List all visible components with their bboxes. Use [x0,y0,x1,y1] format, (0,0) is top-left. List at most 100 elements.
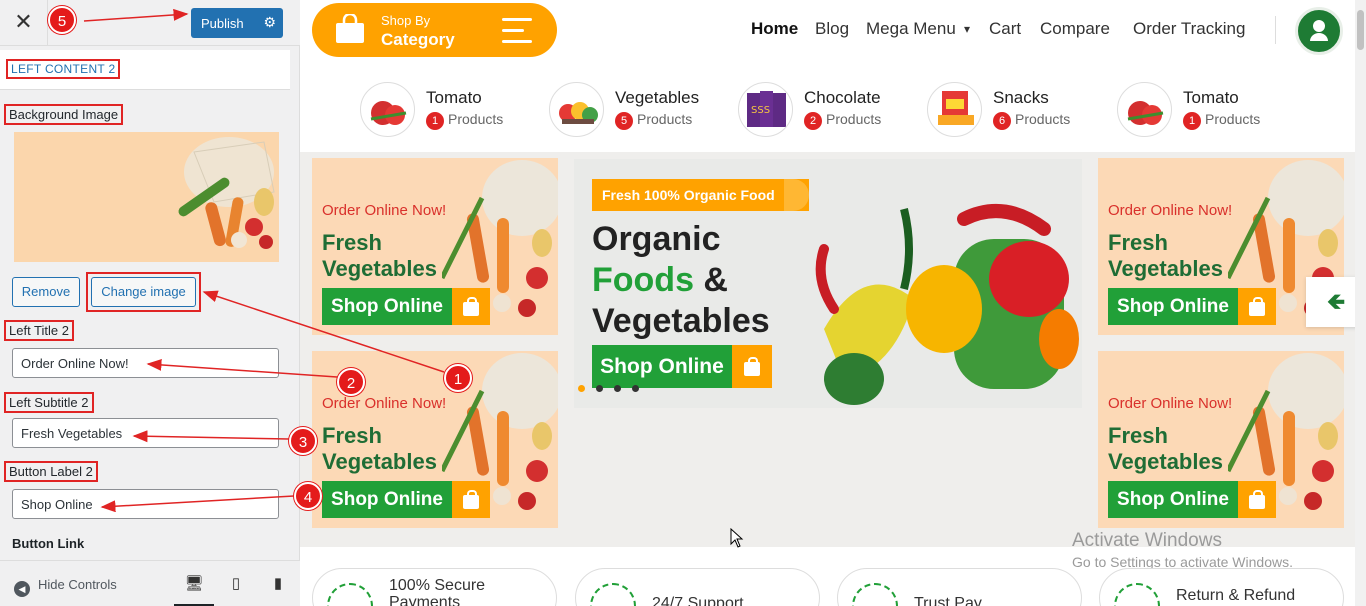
nav-cart[interactable]: Cart [989,19,1021,39]
category-count: 1 Products [1183,111,1260,130]
mouse-cursor-icon [730,528,744,548]
support-icon [590,583,636,606]
banner-subtitle: Fresh Vegetables [322,230,437,281]
tomato-image [360,82,415,137]
change-image-highlight [86,272,201,312]
hamburger-icon[interactable] [502,18,532,51]
hide-controls-label: Hide Controls [38,577,117,592]
customizer-header: ✕ Publish ⚙ [0,0,300,46]
promo-banner[interactable]: Order Online Now! Fresh Vegetables Shop … [1098,351,1344,528]
feature-label: 24/7 Support [652,595,744,606]
nav-divider [1275,16,1276,44]
hide-controls-button[interactable]: ◀ Hide Controls [14,577,117,597]
section-title: LEFT CONTENT 2 [6,59,121,79]
button-label-input[interactable]: Shop Online [12,489,279,519]
nav-compare[interactable]: Compare [1040,19,1110,39]
annotation-badge: 3 [289,427,317,455]
slider-shop-online-button[interactable]: Shop Online [592,345,772,388]
left-subtitle-label: Left Subtitle 2 [4,392,94,413]
category-row: Tomato 1 Products Vegetables 5 Products SS… [300,64,1366,152]
button-link-label: Button Link [12,536,85,551]
category-count: 1 Products [426,111,503,130]
category-name: Tomato [1183,88,1239,107]
shop-by-label: Shop By [381,13,431,28]
annotation-badge: 1 [444,364,472,392]
banner-title: Order Online Now! [322,395,447,412]
category-label: Category [381,30,455,49]
activate-title: Activate Windows [1072,530,1222,551]
shopping-bag-icon [336,14,364,43]
annotation-badge: 4 [294,482,322,510]
site-preview: Shop By Category Home Blog Mega Menu ▾ C… [300,0,1366,606]
shop-online-button[interactable]: Shop Online [322,288,490,325]
category-name: Snacks [993,88,1049,107]
background-image-preview [14,132,279,262]
category-count: 2 Products [804,111,881,130]
nav-mega-menu[interactable]: Mega Menu [866,19,956,39]
slider-dot[interactable] [614,385,621,392]
tablet-preview-icon[interactable]: ▯ [216,567,256,606]
slider-dot[interactable] [596,385,603,392]
hero-slider[interactable]: Fresh 100% Organic Food Organic Foods & … [574,159,1082,408]
banner-title: Order Online Now! [1108,395,1233,412]
nav-home[interactable]: Home [751,19,798,39]
refund-icon [1114,583,1160,606]
banner-subtitle: Fresh Vegetables [1108,423,1223,474]
promo-banner[interactable]: Order Online Now! Fresh Vegetables Shop … [312,158,558,335]
shop-online-button[interactable]: Shop Online [322,481,490,518]
annotation-badge: 2 [337,368,365,396]
customizer-footer: ◀ Hide Controls 🖥 ▯ ▮ [0,560,300,606]
chevron-down-icon: ▾ [964,22,971,36]
feature-item: Return & Refund [1099,568,1344,606]
close-icon[interactable]: ✕ [0,0,48,46]
nav-blog[interactable]: Blog [815,19,849,39]
banner-title: Order Online Now! [1108,202,1233,219]
shopping-bag-icon [744,356,760,376]
hero-section: Order Online Now! Fresh Vegetables Shop … [300,152,1366,547]
nav-order-tracking[interactable]: Order Tracking [1133,19,1245,39]
snacks-image [927,82,982,137]
shop-online-button[interactable]: Shop Online [1108,288,1276,325]
desktop-preview-icon[interactable]: 🖥 [174,567,214,606]
feature-item: 100% Secure Payments [312,568,557,606]
remove-image-button[interactable]: Remove [12,277,80,307]
feature-label: 100% Secure Payments [389,577,486,606]
feature-label: Return & Refund [1176,587,1296,604]
left-title-input[interactable]: Order Online Now! [12,348,279,378]
vegetables-image [549,82,604,137]
category-name: Tomato [426,88,482,107]
user-avatar-icon[interactable] [1295,7,1343,55]
customizer-panel: ✕ Publish ⚙ LEFT CONTENT 2 Background Im… [0,0,300,606]
vegetables-image [815,204,1079,405]
button-label-label: Button Label 2 [4,461,98,482]
chocolate-image: SSS [738,82,793,137]
slider-dot[interactable] [632,385,639,392]
scrollbar[interactable] [1355,0,1366,606]
customizer-screen: ✕ Publish ⚙ LEFT CONTENT 2 Background Im… [0,0,1366,606]
publish-button[interactable]: Publish ⚙ [191,8,283,38]
mobile-preview-icon[interactable]: ▮ [258,567,298,606]
shopping-bag-icon [1249,296,1265,316]
feature-item: 24/7 Support [575,568,820,606]
slider-tag: Fresh 100% Organic Food [592,179,809,211]
annotation-badge: 5 [48,6,76,34]
feature-label: Trust Pay [914,595,982,606]
slider-dot[interactable] [578,385,585,392]
shop-online-button[interactable]: Shop Online [1108,481,1276,518]
tomato-image [1117,82,1172,137]
category-name: Chocolate [804,88,881,107]
slider-heading-line2: Foods & [592,261,728,299]
features-row: 100% Secure Payments 24/7 Support Trust … [300,556,1366,606]
cart-icon [327,583,373,606]
gear-icon[interactable]: ⚙ [263,14,276,31]
shop-by-category-button[interactable]: Shop By Category [312,3,557,57]
category-name: Vegetables [615,88,700,107]
collapse-icon: ◀ [14,581,30,597]
publish-label: Publish [201,16,244,31]
pay-icon [852,583,898,606]
left-subtitle-input[interactable]: Fresh Vegetables [12,418,279,448]
slider-heading-line1: Organic [592,220,721,258]
section-header: LEFT CONTENT 2 [0,50,290,90]
banner-subtitle: Fresh Vegetables [1108,230,1223,281]
shopping-bag-icon [463,489,479,509]
